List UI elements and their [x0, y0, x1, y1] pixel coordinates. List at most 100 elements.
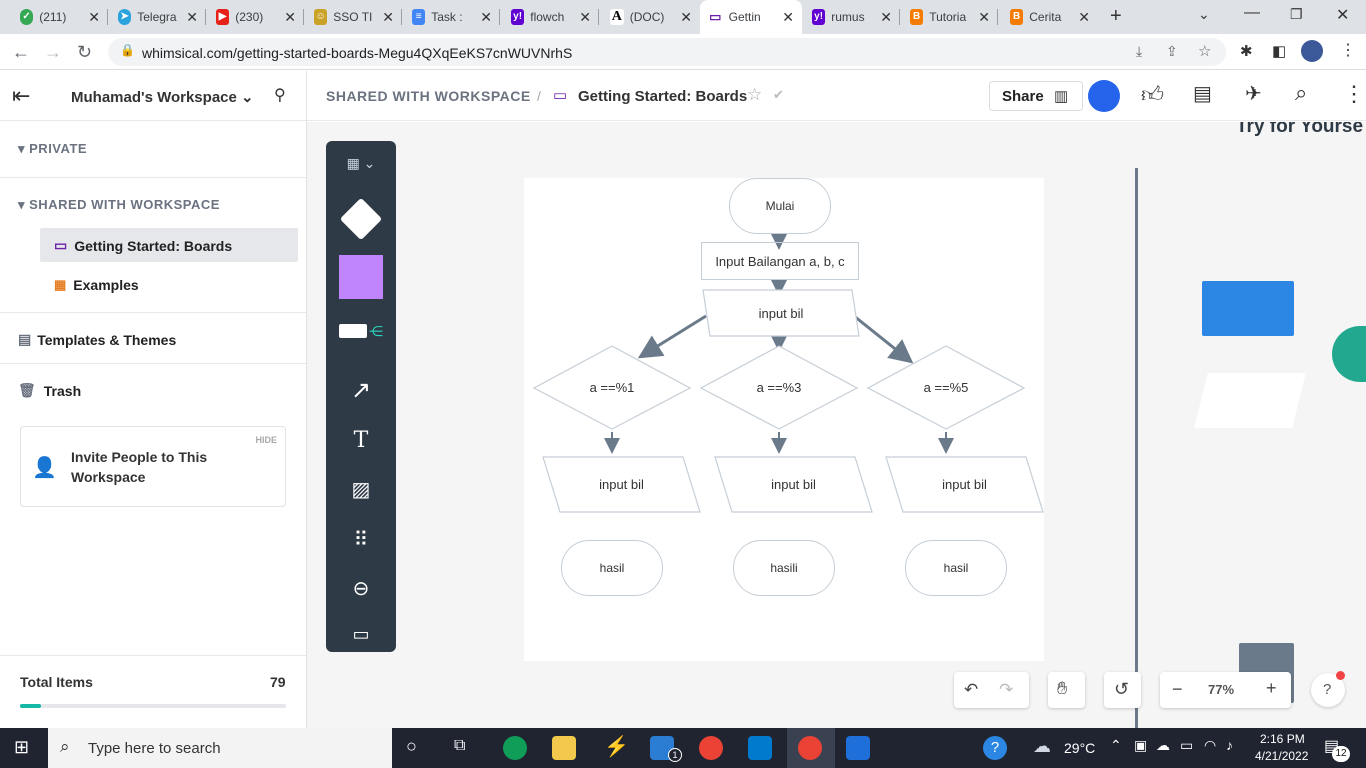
menu-kebab-icon[interactable]: ⋮ — [1340, 40, 1356, 60]
show-hidden-icon[interactable]: ⌃ — [1110, 737, 1122, 754]
close-icon[interactable]: ✕ — [880, 9, 892, 26]
taskbar-search[interactable]: ⌕ Type here to search — [48, 728, 392, 768]
input-node[interactable]: Input Bailangan a, b, c — [701, 242, 859, 280]
weather-icon[interactable]: ☁ — [1033, 736, 1051, 757]
end-node-2[interactable]: hasili — [733, 540, 835, 596]
close-icon[interactable]: ✕ — [480, 9, 492, 26]
forward-icon[interactable]: → — [44, 42, 62, 63]
sidebar-item-templates[interactable]: ▤ Templates & Themes — [18, 331, 176, 348]
share-button[interactable]: Share ▥ — [989, 81, 1083, 111]
url-text[interactable]: whimsical.com/getting-started-boards-Meg… — [142, 45, 572, 61]
like-icon[interactable]: 👍︎ — [1141, 81, 1164, 108]
tab-cerita[interactable]: B Cerita ✕ — [1002, 0, 1098, 34]
temperature[interactable]: 29°C — [1064, 740, 1095, 756]
mindmap-icon[interactable]: ⋲ — [326, 319, 396, 343]
history-button[interactable]: ↺ — [1104, 672, 1141, 708]
edge-icon[interactable] — [503, 736, 527, 760]
close-icon[interactable]: ✕ — [680, 9, 692, 26]
clock-time[interactable]: 2:16 PM — [1260, 732, 1305, 746]
defender-icon[interactable] — [846, 736, 870, 760]
search-icon[interactable]: ⌕ — [1295, 80, 1307, 106]
close-icon[interactable]: ✕ — [782, 9, 794, 26]
workspace-switcher[interactable]: Muhamad's Workspace ⌄ — [71, 88, 254, 106]
undo-icon[interactable]: ↶ — [964, 680, 978, 700]
tab-flowchart[interactable]: y! flowch ✕ — [503, 0, 599, 34]
wifi-icon[interactable]: ◠ — [1204, 737, 1216, 754]
tab-rumus[interactable]: y! rumus ✕ — [804, 0, 900, 34]
volume-icon[interactable]: ♪ — [1226, 737, 1233, 753]
shape-tool-icon[interactable] — [326, 197, 396, 241]
new-tab-icon[interactable]: + — [1110, 5, 1122, 28]
zoom-out-icon[interactable]: − — [1172, 679, 1183, 700]
tab-getting-started[interactable]: ▭ Gettin ✕ — [700, 0, 802, 34]
tab-sso[interactable]: ☺ SSO TI ✕ — [306, 0, 402, 34]
hand-tool-button[interactable]: ✋︎ — [1048, 672, 1085, 708]
task-view-icon[interactable]: ⧉ — [454, 737, 465, 755]
board-canvas[interactable]: ▦ ⌄ ⋲ ↗ T ▨ ⠿ ⊖ ▭ Mulai Input Bailangan … — [307, 122, 1366, 728]
frame-tool-icon[interactable]: ▭ — [326, 621, 396, 647]
flowchart-board[interactable]: Mulai Input Bailangan a, b, c input bil … — [524, 178, 1044, 661]
share-page-icon[interactable]: ⇪ — [1166, 43, 1178, 60]
teal-circle[interactable] — [1332, 326, 1366, 382]
install-icon[interactable]: ⤓ — [1136, 43, 1142, 60]
bookmark-star-icon[interactable]: ☆ — [1198, 42, 1211, 60]
cortana-icon[interactable]: ○ — [406, 736, 417, 757]
zoom-level[interactable]: 77% — [1208, 682, 1234, 697]
back-icon[interactable]: ← — [12, 42, 30, 63]
start-node[interactable]: Mulai — [729, 178, 831, 234]
tab-task[interactable]: ≡ Task : ✕ — [404, 0, 500, 34]
chrome-icon[interactable] — [699, 736, 723, 760]
arrow-tool-icon[interactable]: ↗ — [326, 375, 396, 405]
meet-icon[interactable]: ▣ — [1134, 737, 1147, 754]
avatar[interactable] — [1088, 80, 1120, 112]
extensions-icon[interactable]: ✱ — [1240, 42, 1253, 60]
cloud-error-icon[interactable]: ☁ — [1156, 737, 1170, 754]
sidebar-item-getting-started[interactable]: ▭ Getting Started: Boards — [54, 237, 232, 254]
help-tips-icon[interactable]: ? — [983, 736, 1007, 760]
end-node-1[interactable]: hasil — [561, 540, 663, 596]
comment-icon[interactable]: ▤ — [1193, 81, 1212, 106]
white-parallelogram[interactable] — [1194, 373, 1306, 428]
chevron-down-icon[interactable]: ⌄ — [1198, 6, 1210, 23]
sticky-note-icon[interactable] — [326, 254, 396, 300]
omnibox[interactable]: 🔒 whimsical.com/getting-started-boards-M… — [108, 38, 1226, 66]
sidebar-item-examples[interactable]: ▦ Examples — [54, 277, 139, 293]
invite-card[interactable]: HIDE 👤 Invite People to This Workspace — [20, 426, 286, 507]
reload-icon[interactable]: ↻ — [77, 42, 92, 63]
close-window-icon[interactable]: ✕ — [1336, 5, 1349, 25]
link-tool-icon[interactable]: ⊖ — [326, 573, 396, 603]
pin-icon[interactable]: ⚲ — [274, 85, 286, 105]
close-icon[interactable]: ✕ — [186, 9, 198, 26]
tab-doc[interactable]: A (DOC) ✕ — [602, 0, 700, 34]
more-tools-icon[interactable]: ⠿ — [326, 524, 396, 554]
tab-whatsapp[interactable]: ✓ (211) ✕ — [12, 0, 108, 34]
tab-tutorial[interactable]: B Tutoria ✕ — [902, 0, 998, 34]
help-button[interactable]: ? — [1311, 671, 1345, 707]
section-private[interactable]: ▾ PRIVATE — [18, 141, 87, 157]
page-title[interactable]: Getting Started: Boards — [578, 88, 747, 105]
redo-icon[interactable]: ↷ — [999, 680, 1013, 700]
tab-telegram[interactable]: ➤ Telegra ✕ — [110, 0, 206, 34]
chrome-active-icon[interactable] — [798, 736, 822, 760]
zoom-in-icon[interactable]: + — [1266, 678, 1277, 699]
send-icon[interactable]: ✈ — [1245, 81, 1262, 106]
collapse-sidebar-icon[interactable]: ⇤ — [12, 83, 30, 109]
tab-youtube[interactable]: ▶ (230) ✕ — [208, 0, 304, 34]
more-icon[interactable]: ⋮ — [1343, 81, 1365, 107]
image-tool-icon[interactable]: ▨ — [326, 474, 396, 504]
windows-start-icon[interactable]: ⊞ — [14, 737, 29, 758]
power-automate-icon[interactable]: ⚡ — [604, 734, 629, 759]
text-tool-icon[interactable]: T — [326, 425, 396, 455]
sidebar-item-trash[interactable]: 🗑 Trash — [18, 382, 81, 399]
minimize-icon[interactable]: — — [1244, 4, 1260, 22]
close-icon[interactable]: ✕ — [88, 9, 100, 26]
close-icon[interactable]: ✕ — [1078, 9, 1090, 26]
vscode-icon[interactable] — [748, 736, 772, 760]
clock-date[interactable]: 4/21/2022 — [1255, 749, 1308, 763]
breadcrumb-root[interactable]: SHARED WITH WORKSPACE — [326, 88, 531, 104]
close-icon[interactable]: ✕ — [284, 9, 296, 26]
section-shared[interactable]: ▾ SHARED WITH WORKSPACE — [18, 197, 220, 213]
star-icon[interactable]: ☆ — [747, 85, 762, 105]
palette-switch-icon[interactable]: ▦ ⌄ — [326, 149, 396, 177]
close-icon[interactable]: ✕ — [579, 9, 591, 26]
